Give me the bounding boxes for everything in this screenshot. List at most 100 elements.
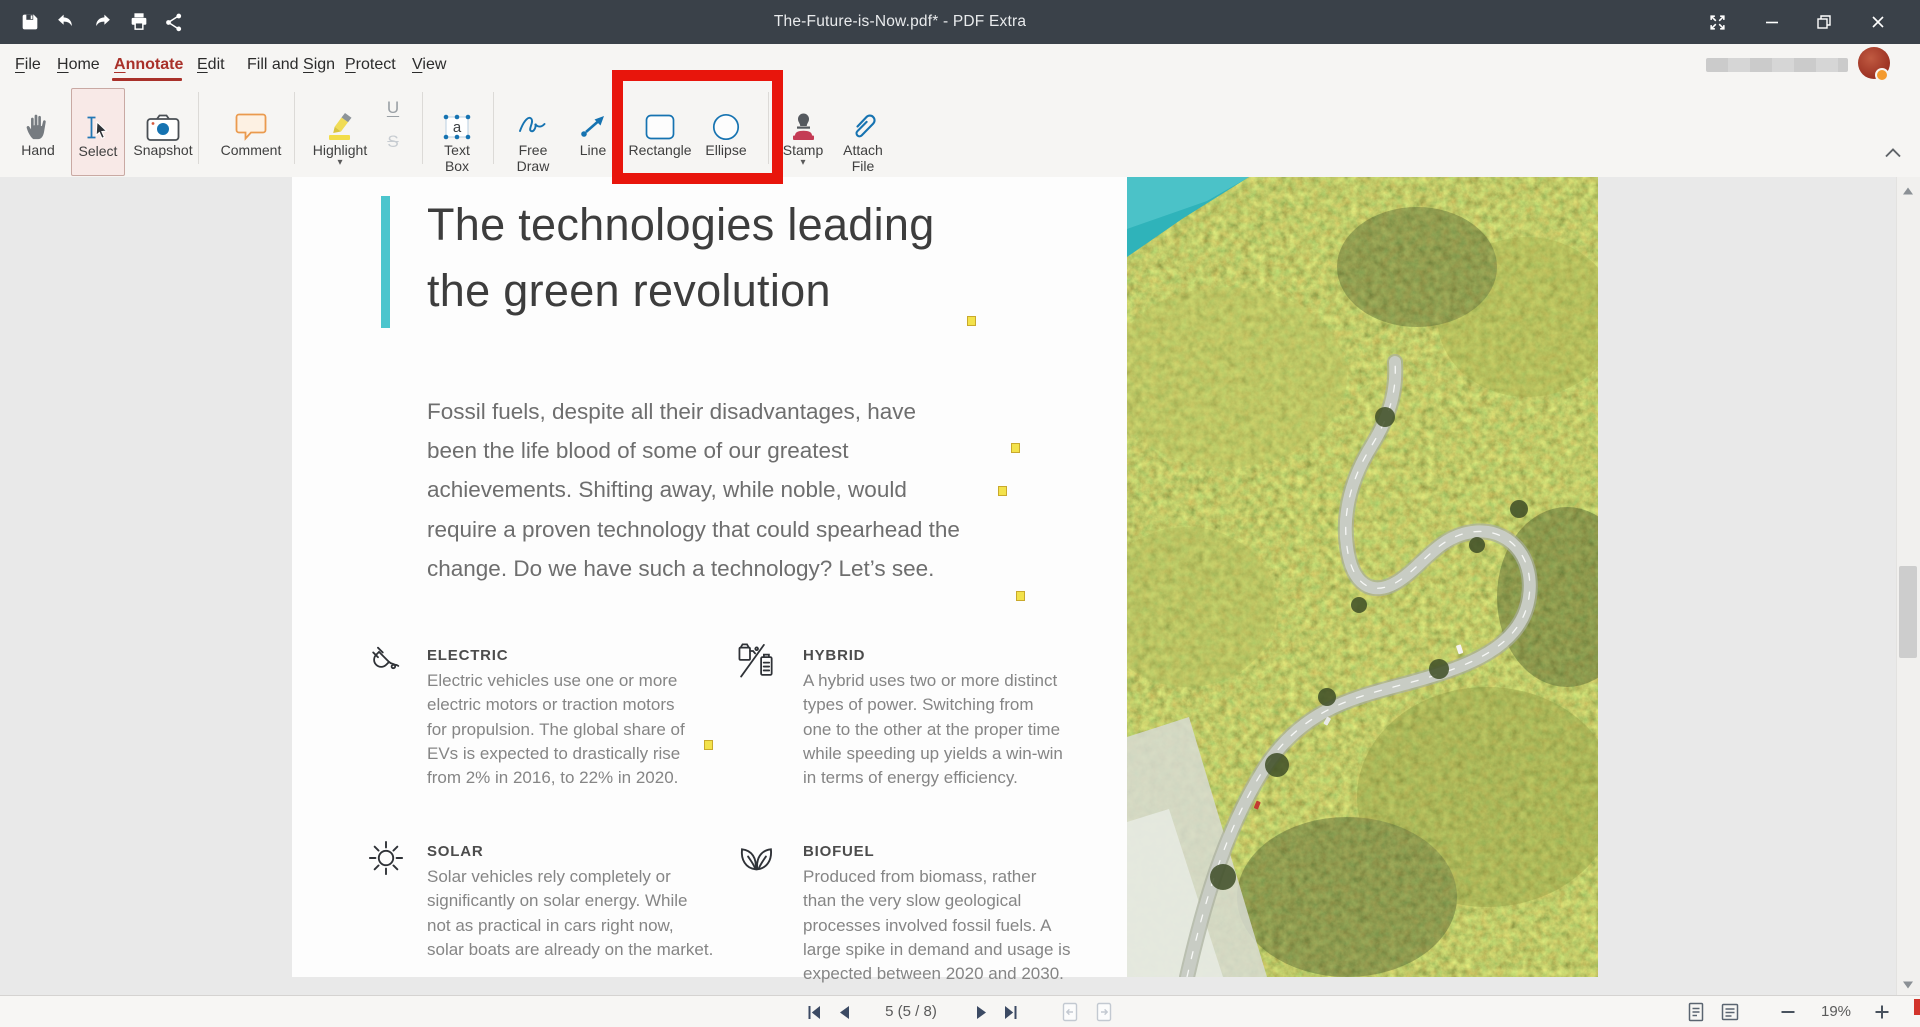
attach-file-tool-button[interactable]: Attach File xyxy=(837,88,889,174)
annotation-marker[interactable] xyxy=(998,486,1007,496)
menu-home[interactable]: Home xyxy=(57,56,100,74)
feature-text: A hybrid uses two or more distinct types… xyxy=(803,669,1063,790)
intro-paragraph: Fossil fuels, despite all their disadvan… xyxy=(427,392,960,588)
redo-icon[interactable] xyxy=(91,10,115,34)
page-heading-line2: the green revolution xyxy=(427,258,831,324)
zoom-out-button[interactable] xyxy=(1778,1002,1798,1022)
heading-accent-bar xyxy=(381,196,390,328)
underline-tool-button[interactable]: U xyxy=(380,94,406,122)
comment-tool-button[interactable]: Comment xyxy=(221,88,281,174)
dropdown-caret-icon[interactable]: ▾ xyxy=(337,158,342,168)
select-cursor-icon xyxy=(83,89,113,143)
tool-label: Free xyxy=(519,142,548,158)
fit-page-icon[interactable] xyxy=(1686,1002,1706,1022)
fuel-battery-icon xyxy=(735,641,775,686)
comment-bubble-icon xyxy=(235,88,267,142)
menu-annotate[interactable]: Annotate xyxy=(114,56,183,74)
feature-heading: HYBRID xyxy=(803,647,865,664)
stamp-tool-button[interactable]: Stamp ▾ xyxy=(777,88,829,174)
aerial-forest-photo xyxy=(1127,177,1598,977)
text-box-tool-button[interactable]: a Text Box xyxy=(431,88,483,174)
active-tab-underline xyxy=(112,78,182,81)
stamp-icon xyxy=(787,88,820,142)
print-icon[interactable] xyxy=(127,10,151,34)
annotation-marker[interactable] xyxy=(1016,591,1025,601)
last-page-button[interactable] xyxy=(1001,1002,1021,1022)
line-tool-button[interactable]: Line xyxy=(571,88,615,174)
line-arrow-icon xyxy=(578,88,608,142)
share-icon[interactable] xyxy=(162,10,186,34)
scroll-up-icon[interactable] xyxy=(1902,183,1914,193)
tool-label: Snapshot xyxy=(133,142,192,158)
zoom-level-display[interactable]: 19% xyxy=(1812,1003,1860,1020)
zoom-in-button[interactable] xyxy=(1872,1002,1892,1022)
collapse-ribbon-chevron-icon[interactable] xyxy=(1884,146,1904,162)
highlighter-icon xyxy=(323,88,357,142)
tool-label: Line xyxy=(580,142,606,158)
tool-label: Highlight xyxy=(313,142,367,158)
user-name-redacted xyxy=(1706,58,1848,72)
undo-icon[interactable] xyxy=(53,10,77,34)
scrollbar-thumb[interactable] xyxy=(1899,566,1917,658)
tool-label: Draw xyxy=(517,158,550,174)
leaves-icon xyxy=(737,838,777,879)
free-draw-tool-button[interactable]: Free Draw xyxy=(507,88,559,174)
next-view-icon[interactable] xyxy=(1094,1002,1114,1022)
dropdown-caret-icon[interactable]: ▾ xyxy=(800,158,805,168)
edge-accent xyxy=(1914,999,1920,1015)
toolbar-separator xyxy=(422,92,423,164)
tool-label: Select xyxy=(79,143,118,159)
hand-tool-button[interactable]: Hand xyxy=(16,88,60,174)
red-highlight-box xyxy=(612,70,783,184)
menu-fill-and-sign[interactable]: Fill and Sign xyxy=(247,56,335,74)
strikethrough-tool-button[interactable]: S xyxy=(380,128,406,156)
menu-view[interactable]: View xyxy=(412,56,446,74)
feature-heading: BIOFUEL xyxy=(803,843,874,860)
scroll-down-icon[interactable] xyxy=(1902,977,1914,987)
tool-label: Attach xyxy=(843,142,883,158)
paperclip-icon xyxy=(848,88,878,142)
tool-label: Stamp xyxy=(783,142,823,158)
tool-label: Comment xyxy=(221,142,282,158)
restore-icon[interactable] xyxy=(1811,9,1837,35)
previous-view-icon[interactable] xyxy=(1060,1002,1080,1022)
highlight-tool-button[interactable]: Highlight ▾ xyxy=(308,88,372,174)
tool-label: File xyxy=(852,158,875,174)
pdf-extra-window: The-Future-is-Now.pdf* - PDF Extra File … xyxy=(0,0,1920,1027)
page-heading-line1: The technologies leading xyxy=(427,192,935,258)
annotation-marker[interactable] xyxy=(1011,443,1020,453)
menu-file[interactable]: File xyxy=(15,56,41,74)
menu-edit[interactable]: Edit xyxy=(197,56,225,74)
electric-plug-icon xyxy=(369,644,407,687)
menu-protect[interactable]: Protect xyxy=(345,56,396,74)
save-icon[interactable] xyxy=(18,10,42,34)
fullscreen-icon[interactable] xyxy=(1704,9,1730,35)
camera-icon xyxy=(146,88,180,142)
page-number-display[interactable]: 5 (5 / 8) xyxy=(858,1003,964,1020)
tool-label: Box xyxy=(445,158,469,174)
feature-text: Solar vehicles rely completely or signif… xyxy=(427,865,713,962)
annotation-marker[interactable] xyxy=(704,740,713,750)
ribbon: File Home Annotate Edit Fill and Sign Pr… xyxy=(0,44,1920,178)
select-tool-button[interactable]: Select xyxy=(71,88,125,176)
close-icon[interactable] xyxy=(1865,9,1891,35)
tool-label: Hand xyxy=(21,142,54,158)
snapshot-tool-button[interactable]: Snapshot xyxy=(135,88,191,174)
window-title: The-Future-is-Now.pdf* - PDF Extra xyxy=(660,13,1140,31)
toolbar-separator xyxy=(493,92,494,164)
previous-page-button[interactable] xyxy=(834,1002,854,1022)
presence-status-dot xyxy=(1875,68,1889,82)
first-page-button[interactable] xyxy=(804,1002,824,1022)
free-draw-icon xyxy=(516,88,550,142)
minimize-icon[interactable] xyxy=(1759,9,1785,35)
title-bar: The-Future-is-Now.pdf* - PDF Extra xyxy=(0,0,1920,44)
tool-label: Text xyxy=(444,142,470,158)
toolbar-separator xyxy=(198,92,199,164)
fit-width-icon[interactable] xyxy=(1720,1002,1740,1022)
next-page-button[interactable] xyxy=(972,1002,992,1022)
feature-text: Produced from biomass, rather than the v… xyxy=(803,865,1070,986)
annotation-marker[interactable] xyxy=(967,316,976,326)
hand-icon xyxy=(22,88,54,142)
feature-heading: ELECTRIC xyxy=(427,647,508,664)
text-box-icon: a xyxy=(440,88,474,142)
